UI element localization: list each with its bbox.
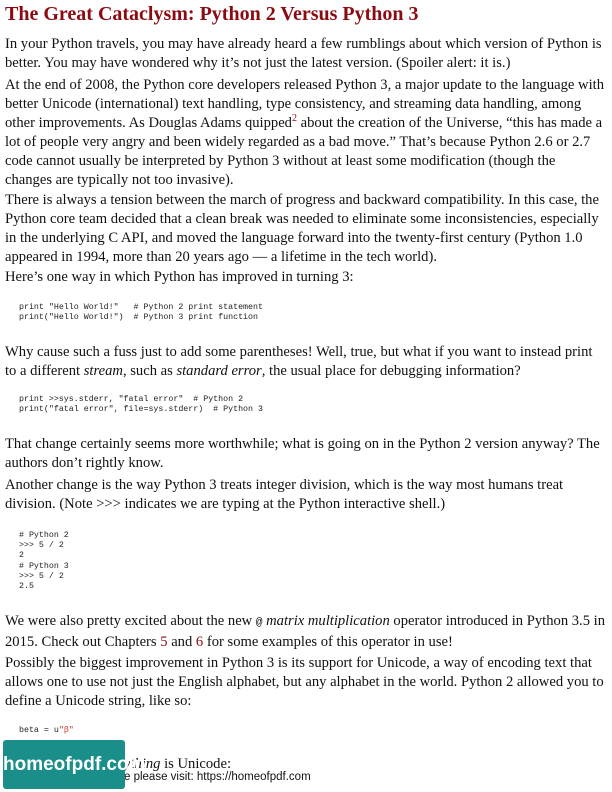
emphasis-stream: stream (83, 363, 123, 379)
paragraph-unicode: Possibly the biggest improvement in Pyth… (5, 655, 604, 709)
emphasis-matrix-multiplication: matrix multiplication (262, 613, 390, 629)
watermark-badge[interactable]: homeofpdf.com (3, 740, 146, 789)
code-string: "β" (58, 726, 74, 735)
paragraph-text: We were also pretty excited about the ne… (5, 613, 256, 629)
paragraph-text: and (167, 634, 196, 650)
code-block-stderr: print >>sys.stderr, "fatal error" # Pyth… (19, 395, 263, 415)
paragraph-text: is Unicode: (160, 756, 232, 772)
paragraph-python3-release: At the end of 2008, the Python core deve… (5, 76, 605, 190)
paragraph-compatibility: There is always a tension between the ma… (5, 192, 599, 265)
section-title: The Great Cataclysm: Python 2 Versus Pyt… (5, 3, 419, 25)
watermark-note: e please visit: https://homeofpdf.com (124, 771, 311, 783)
paragraph-intro: In your Python travels, you may have alr… (5, 36, 602, 71)
paragraph-worthwhile: That change certainly seems more worthwh… (5, 436, 600, 471)
paragraph-improvement: Here’s one way in which Python has impro… (5, 269, 354, 285)
code-text: beta = u (19, 726, 59, 735)
paragraph-matrix: We were also pretty excited about the ne… (5, 612, 605, 652)
paragraph-text: for some examples of this operator in us… (203, 634, 453, 650)
code-block-division: # Python 2 >>> 5 / 2 2 # Python 3 >>> 5 … (19, 531, 69, 592)
chapter-5-link[interactable]: 5 (160, 634, 167, 650)
paragraph-text: , the usual place for debugging informat… (261, 363, 521, 379)
document-page: The Great Cataclysm: Python 2 Versus Pyt… (0, 0, 612, 792)
paragraph-text: , such as (122, 363, 177, 379)
paragraph-parentheses: Why cause such a fuss just to add some p… (5, 343, 605, 381)
paragraph-division: Another change is the way Python 3 treat… (5, 477, 564, 512)
emphasis-standard-error: standard error (176, 363, 262, 379)
code-block-unicode: beta = u"β" (19, 726, 74, 736)
code-block-print: print "Hello World!" # Python 2 print st… (19, 303, 263, 323)
